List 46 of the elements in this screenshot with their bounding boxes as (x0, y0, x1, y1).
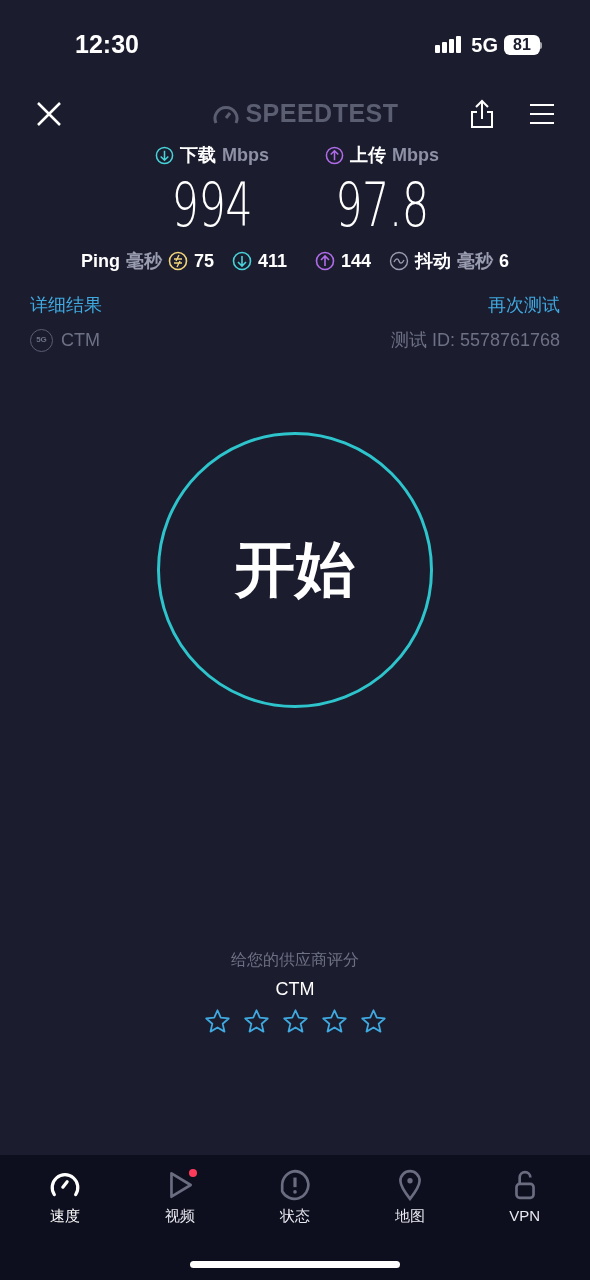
rating-prompt: 给您的供应商评分 (231, 950, 359, 970)
brand-name: SPEEDTEST (245, 98, 399, 130)
download-icon (231, 251, 252, 271)
latency-value: 144 (341, 249, 372, 273)
result-label: 下载 (180, 143, 216, 167)
ping-label: Ping (80, 249, 120, 273)
gauge-icon (213, 103, 240, 125)
unit-label: Mbps (222, 143, 269, 167)
status-icon (279, 1169, 311, 1201)
upload-icon (325, 145, 344, 165)
speed-value: 994 (171, 170, 253, 240)
jitter-icon (389, 251, 410, 271)
speed-value: 97.8 (335, 170, 429, 240)
network-type: 5G (471, 33, 498, 58)
idle-latency-icon (167, 251, 188, 271)
unit-label: 毫秒 (125, 249, 162, 273)
retest-link[interactable]: 再次测试 (488, 291, 560, 319)
latency-value: 411 (257, 249, 287, 273)
unit-label: Mbps (392, 143, 439, 167)
jitter-value: 6 (499, 249, 510, 273)
start-button[interactable]: 开始 (157, 432, 433, 708)
jitter-label: 抖动 (415, 249, 452, 273)
star-icon[interactable] (320, 1008, 348, 1035)
download-icon (155, 145, 174, 165)
star-icon[interactable] (281, 1008, 309, 1035)
provider-name: CTM (275, 978, 315, 1001)
nav-tab[interactable]: 地图 (369, 1169, 450, 1228)
star-icon[interactable] (242, 1008, 270, 1035)
result-label: 上传 (350, 143, 386, 167)
menu-icon[interactable] (530, 103, 554, 125)
star-icon[interactable] (203, 1008, 231, 1035)
close-icon[interactable] (36, 101, 62, 127)
nav-tab[interactable]: 状态 (255, 1169, 335, 1228)
clock-time: 12:30 (75, 29, 139, 61)
latency-value: 75 (193, 249, 214, 273)
star-icon[interactable] (359, 1008, 387, 1035)
battery-level: 81 (504, 35, 540, 55)
test-id: 测试 ID: 5578761768 (390, 328, 560, 352)
details-link[interactable]: 详细结果 (30, 291, 102, 319)
upload-icon (315, 251, 335, 271)
share-icon[interactable] (470, 99, 494, 129)
nav-tab[interactable]: 视频 (140, 1169, 221, 1228)
nav-tab[interactable]: VPN (484, 1169, 565, 1228)
provider-name: CTM (61, 328, 100, 352)
nav-tab[interactable]: 速度 (25, 1169, 106, 1228)
unit-label: 毫秒 (457, 249, 494, 273)
